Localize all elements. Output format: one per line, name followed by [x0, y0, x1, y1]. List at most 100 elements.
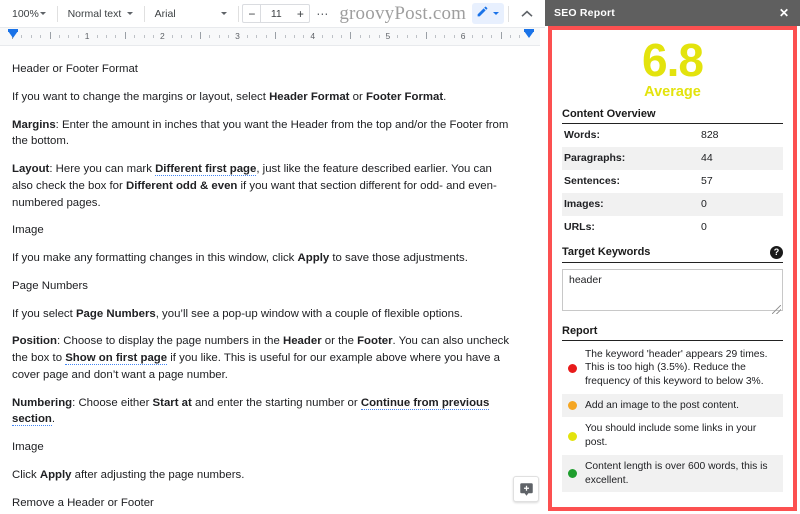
ruler-tick: [359, 35, 361, 38]
content-overview-row: Words: 828: [562, 124, 783, 147]
document-text: : Choose either: [72, 396, 153, 409]
seo-panel-body: 6.8 Average Content Overview Words: 828 Pa…: [548, 26, 797, 511]
ruler-tick: [171, 35, 173, 38]
document-bold-text: Margins: [12, 118, 56, 131]
status-dot-icon: [568, 363, 577, 373]
overview-label: URLs:: [564, 221, 595, 234]
report-item: You should include some links in your po…: [562, 417, 783, 454]
report-heading: Report: [562, 324, 598, 337]
increase-font-size-button[interactable]: +: [291, 4, 311, 23]
document-bold-text: Header Format: [269, 90, 350, 103]
document-bold-text: Apply: [297, 252, 330, 265]
ruler-tick: [425, 32, 427, 39]
text-style-selector[interactable]: Normal text: [62, 3, 140, 25]
ruler-number: 1: [84, 31, 90, 41]
indent-bar-left[interactable]: [8, 29, 18, 32]
document-paragraph: If you want to change the margins or lay…: [12, 89, 515, 106]
font-size-input[interactable]: 11: [261, 4, 292, 23]
ruler-tick: [115, 35, 117, 38]
font-selector[interactable]: Arial: [149, 3, 234, 25]
report-item-text: The keyword 'header' appears 29 times. T…: [585, 348, 768, 388]
document-text: Click: [12, 469, 40, 482]
ruler-number: 6: [460, 31, 466, 41]
document-text: to save those adjustments.: [329, 252, 468, 265]
document-paragraph: Page Numbers: [12, 278, 515, 295]
document-page[interactable]: Header or Footer Format If you want to ch…: [0, 47, 545, 514]
add-comment-button[interactable]: [513, 476, 539, 502]
ruler-tick: [218, 35, 220, 38]
editing-mode-button[interactable]: [472, 3, 505, 24]
overview-label: Sentences:: [564, 175, 621, 188]
target-keywords-title: Target Keywords ?: [562, 245, 783, 263]
indent-bar-right[interactable]: [524, 29, 534, 32]
document-bold-text: Show on first page: [65, 352, 168, 366]
document-text: .: [51, 413, 56, 426]
collapse-menu-button[interactable]: [513, 7, 541, 21]
report-title: Report: [562, 325, 783, 341]
overview-label: Words:: [564, 129, 600, 142]
indent-marker-left[interactable]: [8, 31, 18, 38]
document-bold-text: Different first page: [155, 163, 257, 177]
report-item: Add an image to the post content.: [562, 393, 783, 418]
ruler-tick: [378, 35, 380, 38]
target-keywords-input[interactable]: [562, 268, 783, 311]
ruler-tick: [406, 35, 408, 38]
text-style-value: Normal text: [67, 7, 122, 20]
decrease-font-size-button[interactable]: −: [242, 4, 262, 23]
ruler-tick: [265, 35, 267, 38]
overview-value: 44: [701, 152, 713, 165]
ruler-tick: [472, 35, 474, 38]
document-bold-text: Numbering: [12, 396, 73, 409]
document-text: after adjusting the page numbers.: [71, 469, 245, 482]
report-item-text: You should include some links in your po…: [585, 423, 757, 449]
ruler-tick: [500, 32, 502, 39]
document-text: .: [443, 90, 447, 103]
content-overview-title: Content Overview: [562, 108, 783, 124]
content-overview-table: Words: 828 Paragraphs: 44 Sentences: 57 Images…: [562, 124, 783, 239]
content-overview-heading: Content Overview: [562, 107, 656, 120]
overview-value: 57: [701, 175, 713, 188]
ruler-number: 5: [385, 31, 391, 41]
overview-value: 0: [701, 198, 707, 211]
ruler-tick: [293, 35, 295, 38]
overview-value: 828: [701, 129, 719, 142]
ruler-track: 1 2 3 4 5 6: [0, 28, 545, 45]
pencil-icon: [476, 5, 489, 23]
more-options-icon[interactable]: ⋯: [310, 7, 335, 21]
document-text: If you want to change the margins or lay…: [12, 90, 270, 103]
document-text: If you make any formatting changes in th…: [12, 252, 298, 265]
close-icon[interactable]: ✕: [777, 5, 791, 21]
ruler-tick: [228, 35, 230, 38]
document-paragraph: Header or Footer Format: [12, 61, 515, 78]
ruler-tick: [397, 35, 399, 38]
document-text: or the: [321, 335, 358, 348]
indent-marker-right[interactable]: [524, 31, 534, 38]
status-dot-icon: [568, 469, 577, 478]
document-text: : Choose to display the page numbers in …: [56, 335, 283, 348]
toolbar-divider: [143, 5, 145, 22]
seo-panel-header: SEO Report ✕: [545, 0, 800, 26]
report-item: Content length is over 600 words, this i…: [562, 454, 783, 493]
docs-toolbar: 100% Normal text Arial − 11 + ⋯ groovyPo…: [0, 0, 545, 28]
zoom-selector[interactable]: 100%: [4, 3, 53, 25]
ruler-tick: [77, 35, 79, 38]
document-ruler[interactable]: 1 2 3 4 5 6: [0, 28, 545, 46]
overview-label: Images:: [564, 198, 604, 211]
seo-report-panel: SEO Report ✕ 6.8 Average Content Overvie…: [545, 0, 800, 514]
document-editor: 100% Normal text Arial − 11 + ⋯ groovyPo…: [0, 0, 545, 514]
document-bold-text: Footer: [357, 335, 393, 348]
document-body[interactable]: Header or Footer Format If you want to ch…: [12, 61, 515, 514]
ruler-number: 2: [159, 31, 165, 41]
ruler-tick: [199, 32, 201, 39]
content-overview-row: Images: 0: [562, 192, 783, 216]
chevron-down-icon: [493, 12, 500, 15]
report-item: The keyword 'header' appears 29 times. T…: [562, 343, 783, 394]
document-text: or: [349, 90, 366, 103]
ruler-tick: [481, 35, 483, 38]
question-mark-icon[interactable]: ?: [770, 245, 783, 259]
ruler-tick: [519, 35, 521, 38]
overview-value: 0: [701, 221, 707, 234]
font-size-stepper[interactable]: − 11 +: [242, 4, 311, 24]
seo-score-value: 6.8: [642, 34, 704, 86]
document-paragraph: Margins: Enter the amount in inches that…: [12, 117, 515, 151]
